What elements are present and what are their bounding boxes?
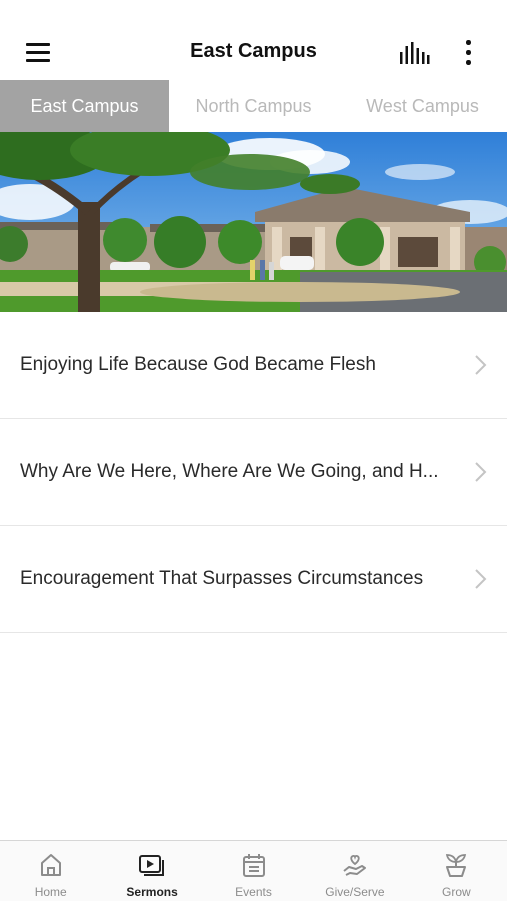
chevron-right-icon (475, 569, 487, 589)
tab-label: Give/Serve (325, 885, 385, 899)
list-item[interactable]: Enjoying Life Because God Became Flesh (0, 312, 507, 419)
sermons-video-icon (139, 855, 165, 876)
tab-label: Sermons (126, 885, 178, 899)
campus-tabs: East Campus North Campus West Campus (0, 80, 507, 132)
tab-events[interactable]: Events (203, 841, 304, 901)
tab-give-serve[interactable]: Give/Serve (304, 841, 405, 901)
give-hand-heart-icon (343, 855, 366, 876)
app-header: East Campus (0, 0, 507, 80)
list-item[interactable]: Why Are We Here, Where Are We Going, and… (0, 419, 507, 526)
page-title: East Campus (190, 40, 317, 62)
tab-label: Home (34, 885, 67, 899)
tab-west-campus[interactable]: West Campus (338, 80, 507, 132)
list-item[interactable]: Encouragement That Surpasses Circumstanc… (0, 526, 507, 633)
sermon-title: Enjoying Life Because God Became Flesh (20, 354, 376, 375)
tab-sermons[interactable]: Sermons (101, 841, 202, 901)
home-icon (40, 854, 61, 876)
plant-sprout-icon (446, 854, 467, 877)
chevron-right-icon (475, 462, 487, 482)
tab-home[interactable]: Home (0, 841, 101, 901)
sermon-title: Why Are We Here, Where Are We Going, and… (20, 461, 439, 482)
bottom-tab-bar: Home Sermons Events Give/Serve Grow (0, 840, 507, 901)
tab-east-campus[interactable]: East Campus (0, 80, 169, 132)
sermon-list: Enjoying Life Because God Became Flesh W… (0, 312, 507, 633)
sermon-title: Encouragement That Surpasses Circumstanc… (20, 568, 424, 589)
chevron-right-icon (475, 355, 487, 375)
calendar-icon (242, 854, 265, 877)
tab-label: Events (235, 885, 272, 899)
tab-label: Grow (441, 885, 471, 899)
tab-north-campus[interactable]: North Campus (169, 80, 338, 132)
tab-grow[interactable]: Grow (406, 841, 507, 901)
campus-hero-image (0, 132, 507, 312)
more-vertical-icon[interactable] (455, 38, 481, 68)
audio-equalizer-icon[interactable] (398, 40, 430, 66)
